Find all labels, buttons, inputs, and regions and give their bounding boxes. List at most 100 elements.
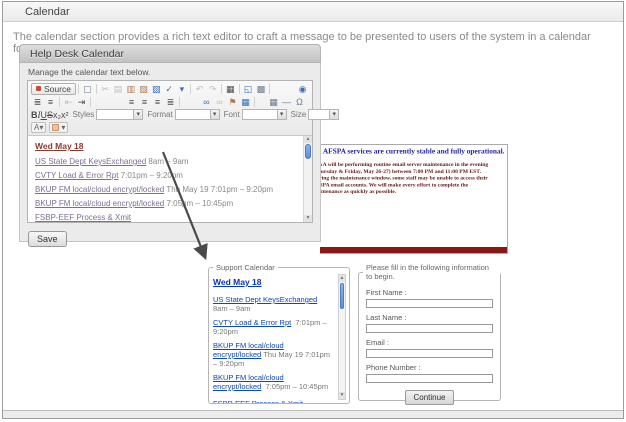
calendar-event: BKUP FM local/cloud encrypt/locked 7:05p… <box>213 373 333 391</box>
unlink-icon[interactable]: ∞ <box>213 96 226 108</box>
save-button[interactable]: Save <box>28 231 67 247</box>
table-icon[interactable]: ▦ <box>239 96 252 108</box>
status-accent-bar <box>320 247 507 253</box>
show-blocks-icon[interactable]: ▩ <box>254 83 267 95</box>
bulleted-list-icon[interactable]: ≡ <box>44 96 57 108</box>
editor-day-heading: Wed May 18 <box>35 141 296 151</box>
new-page-icon[interactable]: ▢ <box>81 83 94 95</box>
calendar-event: BKUP FM local/cloud encrypt/locked Thu M… <box>213 341 333 368</box>
font-label: Font <box>224 110 240 119</box>
first-name-label: First Name : <box>366 288 493 297</box>
editor-event: CVTY Load & Error Rpt 7:01pm – 9:20pm <box>35 172 296 180</box>
event-link[interactable]: US State Dept KeysExchanged <box>35 157 146 166</box>
status-message-panel: All AFSPA services are currently stable … <box>320 144 508 254</box>
editor-content[interactable]: Wed May 18 US State Dept KeysExchanged 8… <box>28 136 312 222</box>
anchor-icon[interactable]: ⚑ <box>226 96 239 108</box>
calendar-event: FSBP-EEF Process & Xmit <box>213 399 333 403</box>
support-calendar-legend: Support Calendar <box>213 263 278 272</box>
background-color-button[interactable]: ▾ <box>49 122 68 133</box>
scroll-up-icon[interactable]: ▲ <box>339 275 345 282</box>
size-select[interactable]: ▾ <box>308 109 339 120</box>
event-link[interactable]: US State Dept KeysExchanged <box>213 295 317 304</box>
signup-form: Please fill in the following information… <box>358 263 501 401</box>
editor-event: BKUP FM local/cloud encrypt/locked Thu M… <box>35 186 296 194</box>
scrollbar-thumb[interactable] <box>305 144 311 159</box>
email-input[interactable] <box>366 349 493 358</box>
phone-number-input[interactable] <box>366 374 493 383</box>
spellcheck-icon[interactable]: ✓ <box>163 83 176 95</box>
paste-text-icon[interactable]: ▧ <box>137 83 150 95</box>
special-char-icon[interactable]: Ω <box>293 96 306 108</box>
phone-number-label: Phone Number : <box>366 363 493 372</box>
status-headline: All AFSPA services are currently stable … <box>320 148 508 156</box>
first-name-input[interactable] <box>366 299 493 308</box>
page-title: Calendar <box>25 6 70 18</box>
styles-label: Styles <box>73 110 95 119</box>
help-desk-calendar-panel: Help Desk Calendar Manage the calendar t… <box>19 44 321 242</box>
format-select[interactable]: ▾ <box>175 109 220 120</box>
editor-event: US State Dept KeysExchanged 8am – 9am <box>35 158 296 166</box>
calendar-event: CVTY Load & Error Rpt 7:01pm – 9:20pm <box>213 318 333 336</box>
align-right-icon[interactable]: ≡ <box>151 96 164 108</box>
size-label: Size <box>291 110 307 119</box>
scroll-down-icon[interactable]: ▼ <box>304 215 312 222</box>
image-icon[interactable]: ▦ <box>224 83 237 95</box>
calendar-day-heading: Wed May 18 <box>213 278 333 287</box>
event-link[interactable]: BKUP FM local/cloud encrypt/locked <box>35 199 164 208</box>
styles-select[interactable]: ▾ <box>96 109 143 120</box>
superscript-button[interactable]: x² <box>61 109 69 121</box>
panel-header: Help Desk Calendar <box>19 44 321 63</box>
redo-icon[interactable]: ↷ <box>206 83 219 95</box>
undo-icon[interactable]: ↶ <box>193 83 206 95</box>
source-button[interactable]: Source <box>31 83 76 95</box>
last-name-input[interactable] <box>366 324 493 333</box>
support-calendar-widget: Support Calendar Wed May 18 US State Dep… <box>208 263 350 404</box>
maximize-icon[interactable]: ◱ <box>242 83 255 95</box>
editor-instruction: Manage the calendar text below. <box>28 67 313 77</box>
color-swatch-icon <box>52 124 59 131</box>
indent-icon[interactable]: ⇥ <box>75 96 88 108</box>
editor-event: BKUP FM local/cloud encrypt/locked 7:05p… <box>35 200 296 208</box>
last-name-label: Last Name : <box>366 313 493 322</box>
status-body: IT&A will be performing routine email se… <box>320 161 508 194</box>
numbered-list-icon[interactable]: ≣ <box>31 96 44 108</box>
link-icon[interactable]: ∞ <box>200 96 213 108</box>
spellcheck-dropdown-icon[interactable]: ▾ <box>175 83 188 95</box>
align-left-icon[interactable]: ≡ <box>125 96 138 108</box>
event-link[interactable]: CVTY Load & Error Rpt <box>213 318 291 327</box>
event-link[interactable]: CVTY Load & Error Rpt <box>35 171 118 180</box>
copy-icon[interactable]: ▤ <box>112 83 125 95</box>
event-link[interactable]: FSBP-EEF Process & Xmit <box>213 399 303 403</box>
continue-button[interactable]: Continue <box>405 390 453 405</box>
align-center-icon[interactable]: ≡ <box>138 96 151 108</box>
horizontal-rule-icon[interactable]: ― <box>280 96 293 108</box>
scrollbar-thumb[interactable] <box>340 283 344 309</box>
event-link[interactable]: FSBP-EEF Process & Xmit <box>35 213 131 222</box>
support-calendar-list: Wed May 18 US State Dept KeysExchanged 8… <box>209 272 349 403</box>
scroll-up-icon[interactable]: ▲ <box>304 136 312 143</box>
event-link[interactable]: BKUP FM local/cloud encrypt/locked <box>35 185 164 194</box>
font-select[interactable]: ▾ <box>242 109 287 120</box>
subscript-button[interactable]: x₂ <box>53 109 61 121</box>
footer-strip <box>3 410 623 418</box>
editor-scrollbar[interactable]: ▲ ▼ <box>303 136 312 222</box>
status-message-text: All AFSPA services are currently stable … <box>320 148 508 195</box>
paste-icon[interactable]: ▥ <box>124 83 137 95</box>
signup-form-legend: Please fill in the following information… <box>363 263 500 281</box>
paste-word-icon[interactable]: ▨ <box>150 83 163 95</box>
calendar-scrollbar[interactable]: ▲ ▼ <box>338 274 346 400</box>
source-icon <box>36 86 41 91</box>
text-color-button[interactable]: A ▾ <box>31 122 46 133</box>
panel-title: Help Desk Calendar <box>30 48 124 60</box>
align-justify-icon[interactable]: ≣ <box>164 96 177 108</box>
scroll-down-icon[interactable]: ▼ <box>339 392 345 399</box>
about-icon[interactable]: ◉ <box>296 83 309 95</box>
rich-text-editor: Source ▢ ✂ ▤ ▥ ▧ ▨ ✓ ▾ ↶ ↷ <box>27 80 313 223</box>
cut-icon[interactable]: ✂ <box>99 83 112 95</box>
page: Calendar The calendar section provides a… <box>2 1 624 419</box>
format-label: Format <box>147 110 172 119</box>
insert-table-icon[interactable]: ▦ <box>267 96 280 108</box>
email-label: Email : <box>366 338 493 347</box>
outdent-icon[interactable]: ⇤ <box>62 96 75 108</box>
editor-toolbar: Source ▢ ✂ ▤ ▥ ▧ ▨ ✓ ▾ ↶ ↷ <box>28 81 312 136</box>
